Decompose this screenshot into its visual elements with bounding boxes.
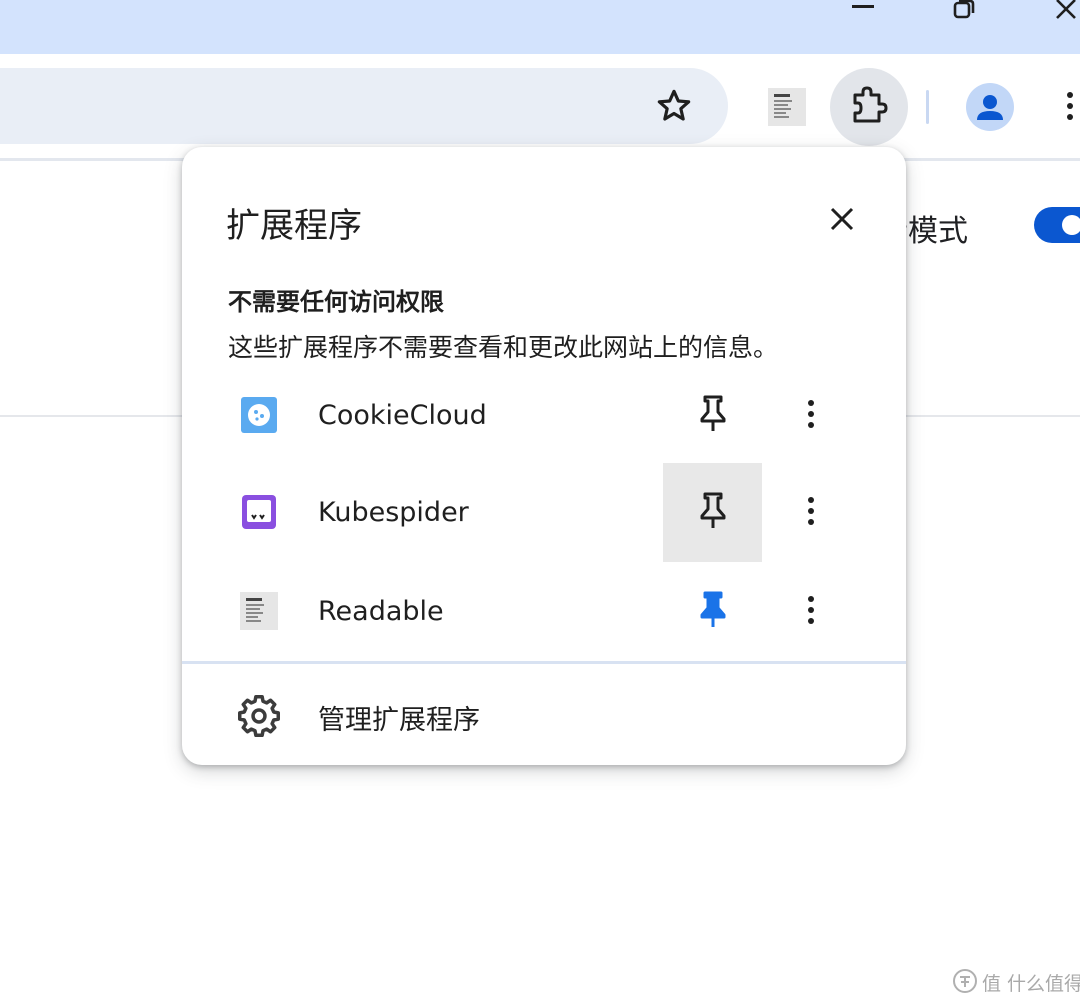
pin-outline-icon — [700, 492, 726, 528]
section-heading: 不需要任何访问权限 — [228, 288, 444, 316]
restore-icon — [953, 0, 975, 19]
developer-mode-toggle[interactable] — [1034, 207, 1080, 243]
manage-extensions-row[interactable]: 管理扩展程序 — [182, 665, 906, 765]
pin-button-cookiecloud[interactable] — [663, 366, 762, 465]
browser-menu-button[interactable] — [1058, 88, 1080, 128]
extension-name: Kubespider — [318, 497, 469, 528]
popup-title: 扩展程序 — [226, 206, 362, 246]
popup-separator — [182, 661, 906, 664]
close-icon — [830, 207, 854, 231]
extension-row-kubespider[interactable]: Kubespider — [182, 463, 906, 562]
cookiecloud-icon — [240, 396, 278, 434]
pin-button-readable[interactable] — [663, 562, 762, 661]
more-vertical-icon — [1067, 92, 1073, 120]
window-titlebar — [0, 0, 1080, 54]
extension-name: CookieCloud — [318, 400, 487, 431]
bookmark-button[interactable] — [654, 86, 694, 126]
window-close-button[interactable] — [1044, 0, 1080, 40]
extensions-popup: 扩展程序 不需要任何访问权限 这些扩展程序不需要查看和更改此网站上的信息。 Co… — [182, 147, 906, 765]
extensions-button[interactable] — [830, 68, 908, 146]
toolbar-divider — [926, 90, 929, 124]
star-icon — [657, 89, 691, 121]
pin-outline-icon — [700, 395, 726, 431]
extension-row-cookiecloud[interactable]: CookieCloud — [182, 366, 906, 465]
section-description: 这些扩展程序不需要查看和更改此网站上的信息。 — [228, 333, 779, 362]
more-options-cookiecloud[interactable] — [788, 396, 832, 436]
profile-button[interactable] — [966, 83, 1014, 131]
more-vertical-icon — [808, 596, 814, 624]
gear-icon — [238, 695, 280, 737]
readable-icon — [768, 88, 806, 126]
readable-icon — [240, 592, 278, 630]
extension-row-readable[interactable]: Readable — [182, 562, 906, 661]
puzzle-icon — [853, 86, 888, 123]
extension-name: Readable — [318, 596, 444, 627]
manage-extensions-label: 管理扩展程序 — [318, 705, 480, 736]
close-icon — [1056, 0, 1076, 19]
popup-close-button[interactable] — [822, 199, 862, 239]
more-vertical-icon — [808, 400, 814, 428]
more-options-kubespider[interactable] — [788, 493, 832, 533]
address-bar[interactable] — [0, 68, 728, 144]
readable-extension-button[interactable] — [768, 88, 806, 126]
browser-toolbar — [0, 54, 1080, 161]
watermark-text: 值 什么值得买 — [982, 973, 1080, 995]
watermark-logo-icon — [953, 969, 977, 993]
more-vertical-icon — [808, 497, 814, 525]
minimize-icon — [852, 5, 874, 8]
watermark: 值 什么值得买 — [952, 966, 1080, 996]
pin-button-kubespider[interactable] — [663, 463, 762, 562]
pin-filled-icon — [700, 591, 726, 627]
minimize-button[interactable] — [841, 0, 885, 40]
more-options-readable[interactable] — [788, 592, 832, 632]
kubespider-icon — [240, 493, 278, 531]
person-icon — [977, 95, 1003, 120]
restore-button[interactable] — [942, 0, 986, 40]
